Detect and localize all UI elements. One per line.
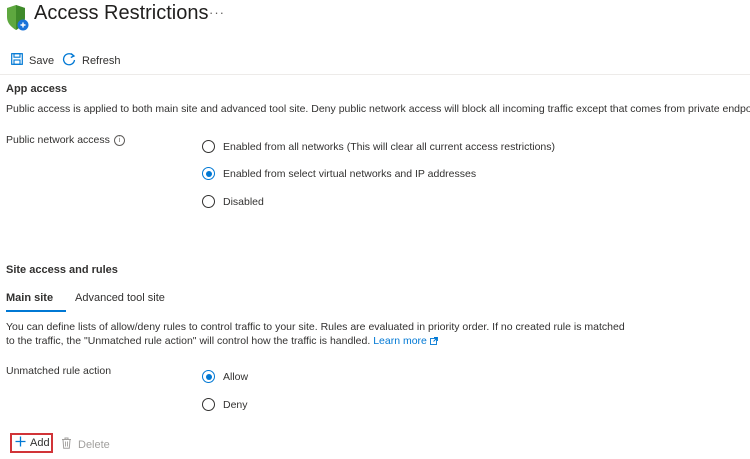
tab-main-site[interactable]: Main site [6,292,53,304]
save-button[interactable]: Save [11,53,54,68]
public-network-access-label: Public network access i [6,134,125,146]
radio-enabled-all-networks[interactable]: Enabled from all networks (This will cle… [202,140,555,153]
radio-deny[interactable]: Deny [202,398,248,411]
radio-label: Enabled from select virtual networks and… [223,167,477,180]
save-icon [11,53,23,68]
radio-button[interactable] [202,167,215,180]
learn-more-link[interactable]: Learn more [373,335,438,347]
tab-active-indicator [6,310,66,312]
page-title: Access Restrictions [34,2,209,24]
radio-disabled[interactable]: Disabled [202,195,264,208]
more-options-icon[interactable]: ··· [209,5,225,20]
app-access-description: Public access is applied to both main si… [6,103,750,115]
radio-label: Allow [223,370,249,383]
access-restrictions-resource-icon [5,4,29,37]
toolbar-divider [0,74,750,75]
refresh-icon [62,52,76,69]
radio-allow[interactable]: Allow [202,370,248,383]
radio-button[interactable] [202,195,215,208]
site-access-heading: Site access and rules [6,264,118,276]
radio-button[interactable] [202,370,215,383]
radio-enabled-select-networks[interactable]: Enabled from select virtual networks and… [202,167,476,180]
trash-icon [61,437,72,452]
delete-label: Delete [78,438,110,451]
add-button[interactable]: Add [10,433,53,453]
app-access-heading: App access [6,83,68,95]
add-label: Add [30,437,50,449]
site-access-description-line2: to the traffic, the "Unmatched rule acti… [6,335,438,347]
unmatched-rule-action-label: Unmatched rule action [6,365,112,377]
save-label: Save [29,54,55,67]
delete-button[interactable]: Delete [61,437,110,452]
radio-button[interactable] [202,140,215,153]
radio-label: Deny [223,398,248,411]
radio-label: Enabled from all networks (This will cle… [223,140,556,153]
site-access-description-line1: You can define lists of allow/deny rules… [6,321,625,333]
radio-button[interactable] [202,398,215,411]
info-icon[interactable]: i [113,134,125,146]
refresh-button[interactable]: Refresh [62,52,121,69]
refresh-label: Refresh [82,54,121,67]
tab-advanced-tool-site[interactable]: Advanced tool site [75,292,165,304]
radio-label: Disabled [223,195,264,208]
external-link-icon [429,337,438,346]
plus-icon [15,436,26,450]
